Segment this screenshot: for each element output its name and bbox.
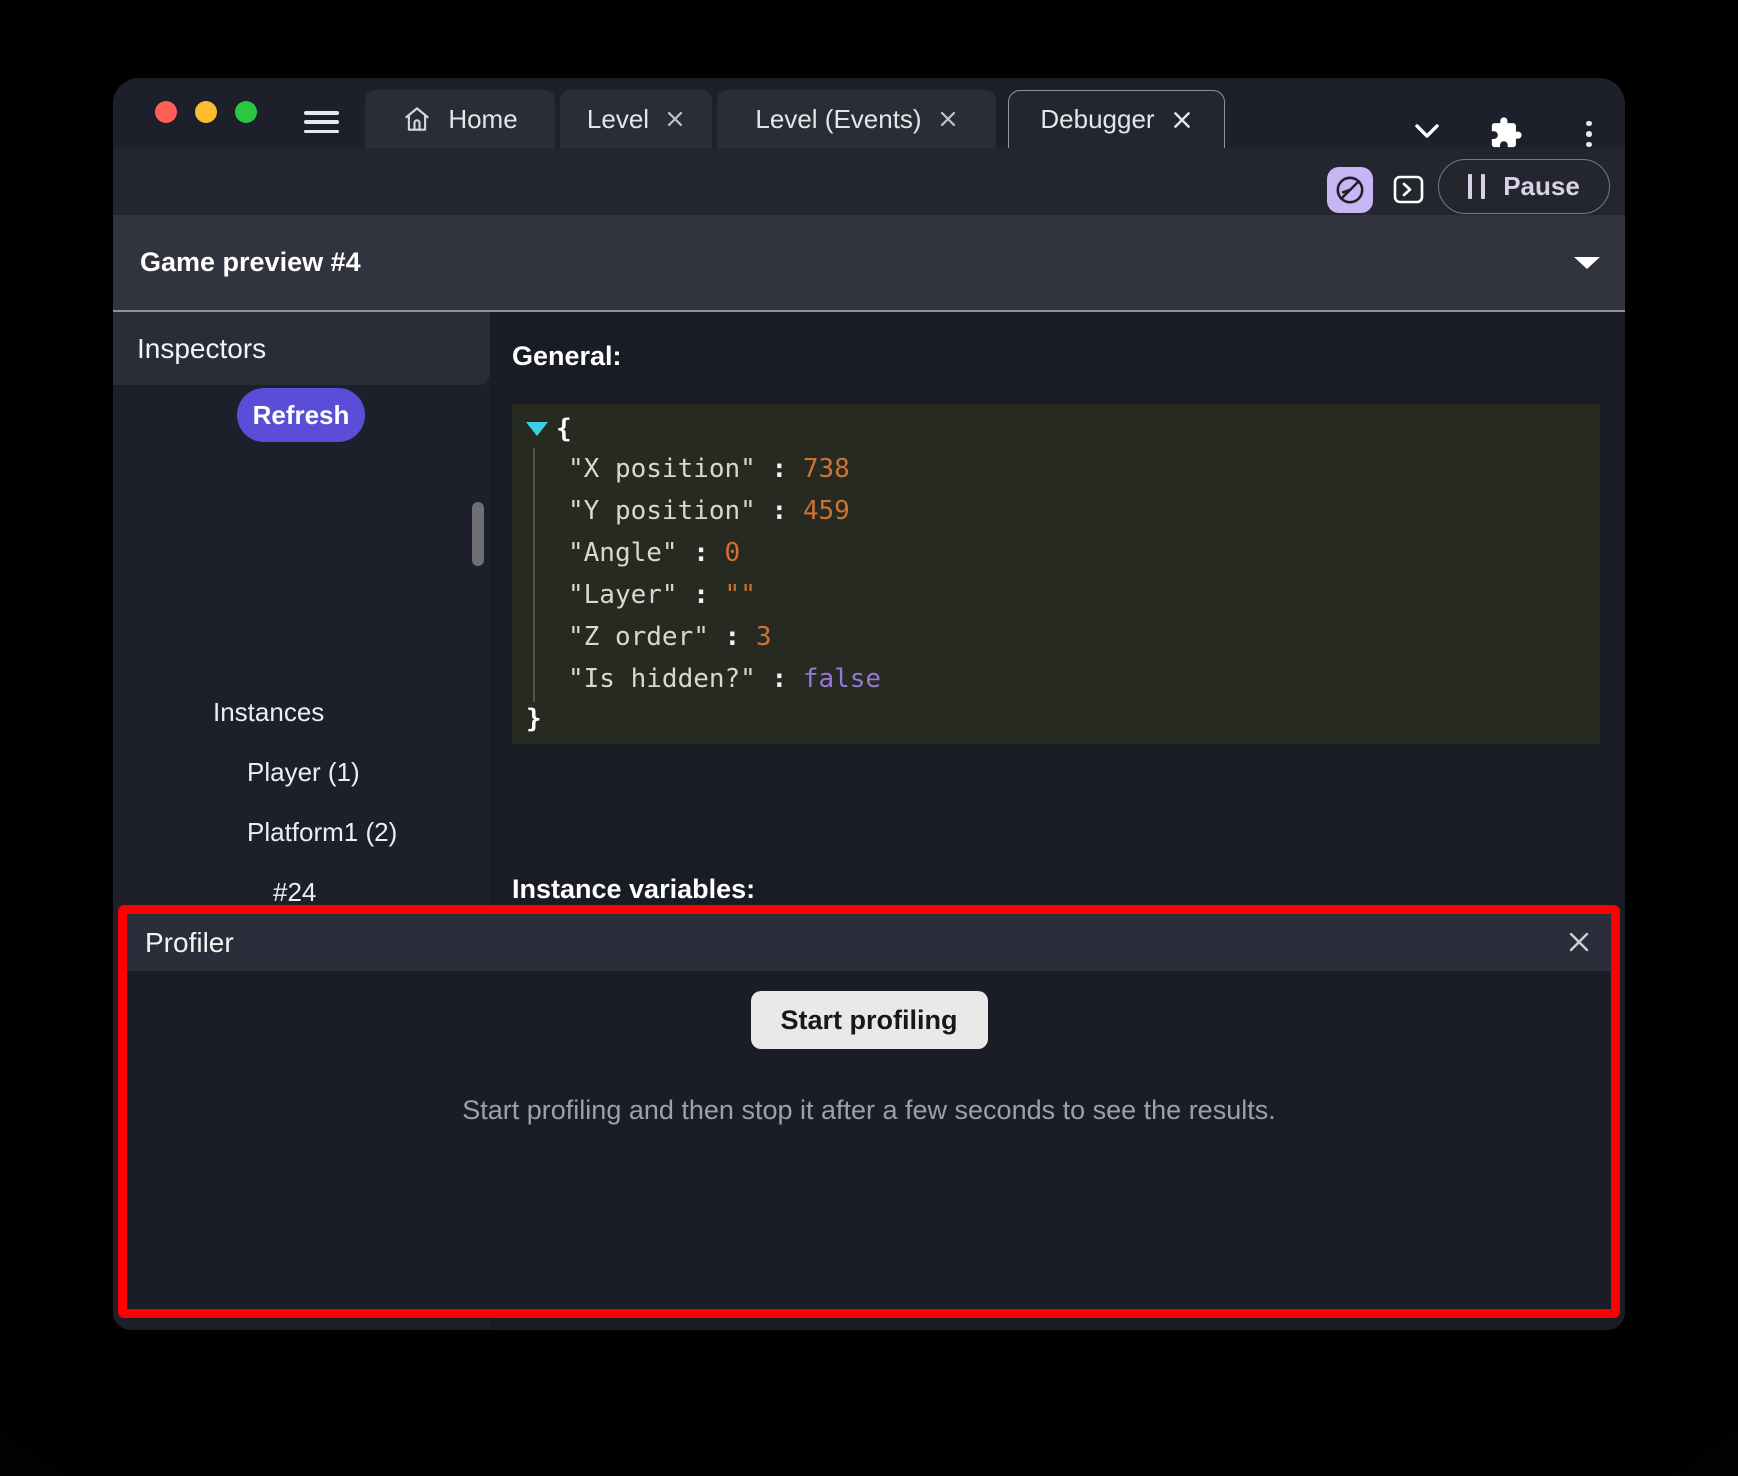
json-value[interactable]: 0 xyxy=(725,538,741,568)
close-brace: } xyxy=(526,704,542,734)
json-row-layer: "Layer" : "" xyxy=(526,574,1600,616)
json-indent-guide xyxy=(533,448,535,702)
json-value[interactable]: 738 xyxy=(803,454,850,484)
tab-level-events[interactable]: Level (Events) xyxy=(717,90,996,148)
tab-label: Level xyxy=(587,104,649,135)
tab-label: Level (Events) xyxy=(755,104,921,135)
json-separator: : xyxy=(678,538,725,568)
open-brace: { xyxy=(556,414,572,444)
tab-debugger[interactable]: Debugger xyxy=(1008,90,1225,148)
json-key: "Z order" xyxy=(568,622,709,652)
home-icon xyxy=(402,104,432,134)
game-preview-selector[interactable]: Game preview #4 xyxy=(113,215,1625,312)
json-separator: : xyxy=(709,622,756,652)
profiler-panel-highlighted: Profiler Start profiling Start profiling… xyxy=(118,905,1620,1318)
tab-home[interactable]: Home xyxy=(365,90,555,148)
window-zoom-button[interactable] xyxy=(235,101,257,123)
titlebar: Home Level Level (Events) Debugger xyxy=(113,78,1625,148)
general-json-viewer: { "X position" : 738 "Y position" : 459 … xyxy=(512,404,1600,744)
inspectors-title: Inspectors xyxy=(137,333,266,365)
close-icon[interactable] xyxy=(1565,928,1593,956)
debugger-window: Home Level Level (Events) Debugger xyxy=(113,78,1625,1330)
profiler-gauge-button[interactable] xyxy=(1327,167,1373,213)
window-minimize-button[interactable] xyxy=(195,101,217,123)
tab-label: Home xyxy=(448,104,517,135)
tab-close-icon[interactable] xyxy=(665,109,685,129)
general-heading: General: xyxy=(512,341,622,372)
json-separator: : xyxy=(756,496,803,526)
tab-close-icon[interactable] xyxy=(1171,109,1193,131)
dropdown-caret-icon[interactable] xyxy=(1574,257,1600,269)
json-row-is-hidden: "Is hidden?" : false xyxy=(526,658,1600,700)
debugger-toolbar: Pause xyxy=(113,148,1625,215)
game-preview-title: Game preview #4 xyxy=(140,247,361,278)
extensions-puzzle-icon[interactable] xyxy=(1488,115,1524,151)
json-row-z-order: "Z order" : 3 xyxy=(526,616,1600,658)
sidebar-item-instances[interactable]: Instances xyxy=(213,697,324,727)
pause-label: Pause xyxy=(1503,171,1580,202)
sidebar-item-platform1[interactable]: Platform1 (2) xyxy=(247,817,397,847)
profiler-title: Profiler xyxy=(145,927,234,959)
profiler-header: Profiler xyxy=(127,914,1611,971)
sidebar-item-instance-24[interactable]: #24 xyxy=(273,877,316,907)
json-key: "Y position" xyxy=(568,496,756,526)
json-value[interactable]: 459 xyxy=(803,496,850,526)
start-profiling-button[interactable]: Start profiling xyxy=(751,991,988,1049)
json-key: "Angle" xyxy=(568,538,678,568)
menu-hamburger-icon[interactable] xyxy=(304,111,339,133)
json-key: "X position" xyxy=(568,454,756,484)
inspectors-header: Inspectors xyxy=(113,312,490,385)
json-row-y-position: "Y position" : 459 xyxy=(526,490,1600,532)
instance-variables-heading: Instance variables: xyxy=(512,874,755,905)
json-separator: : xyxy=(678,580,725,610)
desktop-background: Home Level Level (Events) Debugger xyxy=(0,0,1738,1476)
sidebar-item-player[interactable]: Player (1) xyxy=(247,757,360,787)
refresh-button[interactable]: Refresh xyxy=(237,388,365,442)
json-value[interactable]: 3 xyxy=(756,622,772,652)
json-separator: : xyxy=(756,454,803,484)
json-key: "Is hidden?" xyxy=(568,664,756,694)
json-row-x-position: "X position" : 738 xyxy=(526,448,1600,490)
json-separator: : xyxy=(756,664,803,694)
json-row-angle: "Angle" : 0 xyxy=(526,532,1600,574)
json-value[interactable]: "" xyxy=(725,580,756,610)
profiler-body: Start profiling Start profiling and then… xyxy=(127,971,1611,1126)
pause-button[interactable]: Pause xyxy=(1438,159,1610,214)
window-close-button[interactable] xyxy=(155,101,177,123)
tab-level[interactable]: Level xyxy=(560,90,712,148)
sidebar-scrollbar-thumb[interactable] xyxy=(472,502,484,566)
tab-close-icon[interactable] xyxy=(938,109,958,129)
json-value[interactable]: false xyxy=(803,664,881,694)
console-icon[interactable] xyxy=(1393,175,1424,204)
json-key: "Layer" xyxy=(568,580,678,610)
pause-icon xyxy=(1468,174,1485,199)
expander-open-icon[interactable] xyxy=(526,422,548,436)
tab-label: Debugger xyxy=(1040,104,1154,135)
profiler-hint-text: Start profiling and then stop it after a… xyxy=(462,1095,1275,1126)
chevron-down-icon[interactable] xyxy=(1409,118,1445,144)
